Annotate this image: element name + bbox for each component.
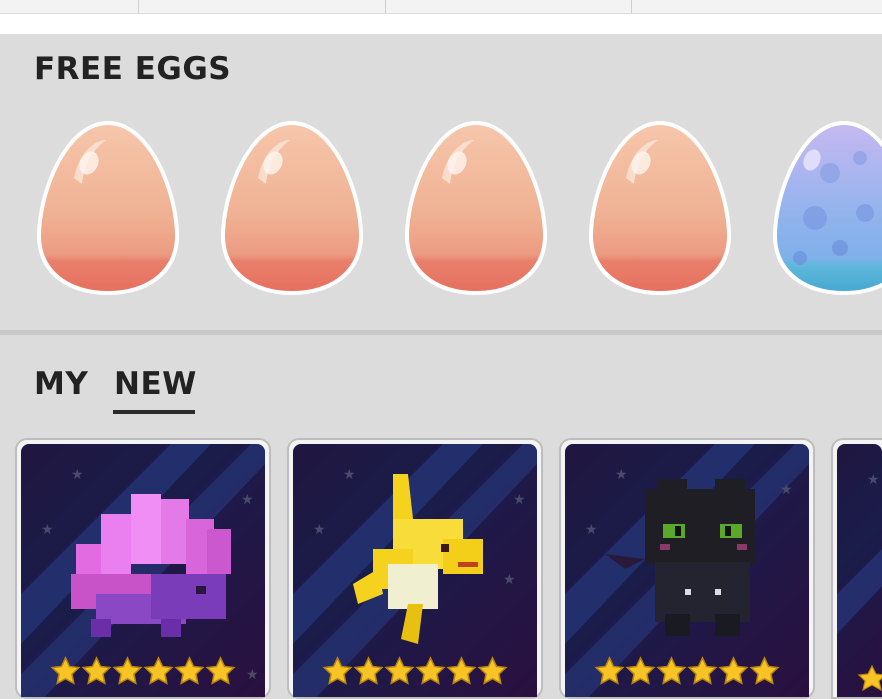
svg-text:★: ★	[71, 467, 84, 483]
free-egg-1[interactable]	[34, 118, 182, 298]
pet-card-yellow-shark[interactable]: ★ ★ ★ ★	[287, 438, 543, 699]
svg-text:★: ★	[41, 522, 54, 538]
egg-icon	[589, 121, 731, 295]
star-icon	[446, 656, 477, 685]
star-icon	[594, 656, 625, 685]
star-icon	[477, 656, 508, 685]
free-eggs-title: FREE EGGS	[34, 51, 232, 87]
pet-card-background: ★ ★ ★ ★	[21, 444, 265, 697]
free-egg-3[interactable]	[402, 118, 550, 298]
pet-card-background: ★	[837, 444, 882, 697]
star-icon	[384, 656, 415, 685]
star-icon	[81, 656, 112, 685]
egg-icon	[405, 121, 547, 295]
star-icon	[656, 656, 687, 685]
svg-text:★: ★	[615, 467, 628, 483]
tab-my[interactable]: MY	[34, 369, 88, 400]
svg-text:★: ★	[585, 522, 598, 538]
tab-new[interactable]: NEW	[114, 369, 197, 400]
top-tab-strip	[0, 0, 882, 14]
svg-text:★: ★	[780, 482, 793, 498]
star-icon	[625, 656, 656, 685]
tab-divider	[138, 0, 139, 13]
star-rating	[565, 656, 809, 687]
star-icon	[205, 656, 236, 685]
star-rating	[21, 656, 265, 687]
partial-pet-icon: ★	[837, 472, 882, 692]
star-rating	[293, 656, 537, 687]
pet-card-black-bat[interactable]: ★ ★ ★	[559, 438, 815, 699]
star-icon	[415, 656, 446, 685]
star-icon	[50, 656, 81, 685]
tab-divider	[385, 0, 386, 13]
pet-card-partial[interactable]: ★	[831, 438, 882, 699]
svg-text:★: ★	[513, 492, 526, 508]
star-icon	[174, 656, 205, 685]
egg-icon	[37, 121, 179, 295]
star-icon	[322, 656, 353, 685]
svg-text:★: ★	[503, 572, 516, 588]
top-spacer	[0, 14, 882, 34]
tab-new-underline	[113, 410, 195, 414]
pet-card-crystal[interactable]: ★ ★ ★ ★	[15, 438, 271, 699]
svg-text:★: ★	[867, 472, 880, 488]
star-icon	[718, 656, 749, 685]
star-icon	[112, 656, 143, 685]
svg-text:★: ★	[241, 492, 254, 508]
egg-icon	[221, 121, 363, 295]
free-egg-5-rare[interactable]	[770, 118, 882, 298]
free-egg-2[interactable]	[218, 118, 366, 298]
star-icon	[749, 656, 780, 685]
star-icon	[687, 656, 718, 685]
free-egg-4[interactable]	[586, 118, 734, 298]
svg-text:★: ★	[313, 522, 326, 538]
pet-card-background: ★ ★ ★	[565, 444, 809, 697]
star-icon	[353, 656, 384, 685]
tab-divider	[631, 0, 632, 13]
section-divider	[0, 330, 882, 335]
svg-text:★: ★	[343, 467, 356, 483]
spotted-blue-egg-icon	[773, 121, 882, 295]
pet-card-background: ★ ★ ★ ★	[293, 444, 537, 697]
star-icon	[143, 656, 174, 685]
